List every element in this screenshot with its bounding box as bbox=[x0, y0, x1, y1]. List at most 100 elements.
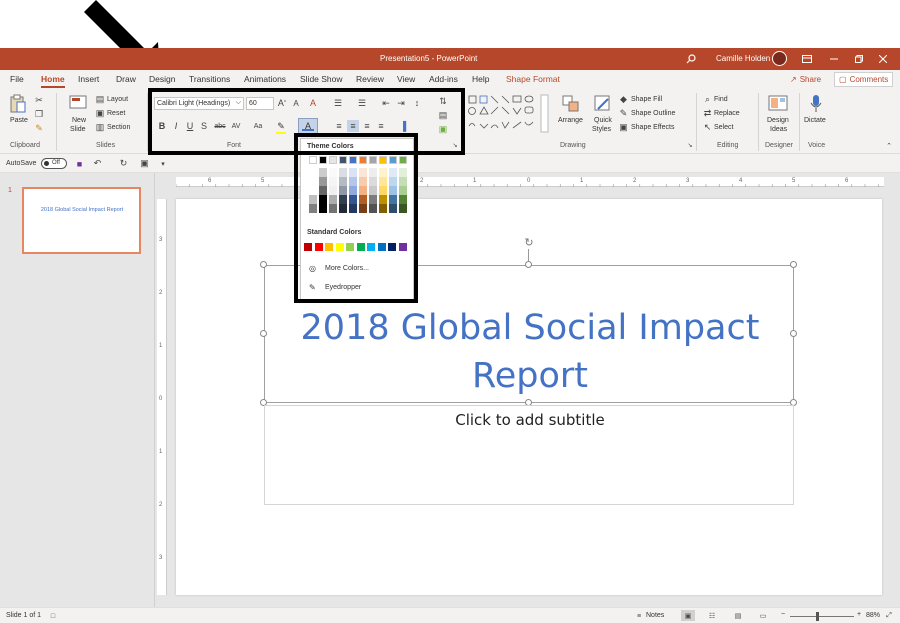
theme-color-swatch[interactable] bbox=[399, 177, 407, 186]
zoom-out-icon[interactable]: − bbox=[781, 611, 785, 618]
shape-outline-icon[interactable]: ✎ bbox=[618, 108, 629, 119]
standard-color-swatch[interactable] bbox=[314, 243, 323, 251]
theme-color-swatch[interactable] bbox=[399, 168, 407, 177]
notes-label[interactable]: Notes bbox=[646, 612, 664, 619]
theme-color-swatch[interactable] bbox=[389, 195, 397, 204]
shape-effects-label[interactable]: Shape Effects bbox=[631, 124, 674, 131]
shape-fill-label[interactable]: Shape Fill bbox=[631, 96, 662, 103]
theme-color-swatch[interactable] bbox=[339, 204, 347, 213]
char-spacing-button[interactable]: AV bbox=[229, 120, 243, 132]
align-center-icon[interactable]: ≡ bbox=[347, 120, 359, 132]
theme-color-swatch[interactable] bbox=[379, 186, 387, 195]
design-ideas-icon[interactable] bbox=[767, 94, 789, 114]
resize-handle[interactable] bbox=[525, 261, 532, 268]
theme-color-shades[interactable] bbox=[309, 168, 317, 213]
paste-label[interactable]: Paste bbox=[10, 117, 28, 124]
theme-color-swatch[interactable] bbox=[349, 168, 357, 177]
theme-color-shades[interactable] bbox=[389, 168, 397, 213]
theme-color-swatch[interactable] bbox=[309, 156, 317, 164]
italic-button[interactable]: I bbox=[170, 120, 182, 132]
zoom-slider[interactable] bbox=[790, 612, 854, 621]
change-case-button[interactable]: Aa bbox=[251, 120, 265, 132]
microphone-icon[interactable] bbox=[808, 93, 824, 115]
smartart-icon[interactable]: ▣ bbox=[437, 123, 449, 135]
theme-color-swatch[interactable] bbox=[339, 156, 347, 164]
theme-color-swatch[interactable] bbox=[319, 195, 327, 204]
tab-help[interactable]: Help bbox=[472, 74, 489, 84]
reading-view-icon[interactable]: ▤ bbox=[732, 610, 744, 621]
theme-color-swatch[interactable] bbox=[329, 204, 337, 213]
close-icon[interactable] bbox=[876, 52, 890, 66]
tab-slide-show[interactable]: Slide Show bbox=[300, 74, 343, 84]
bold-button[interactable]: B bbox=[156, 120, 168, 132]
select-label[interactable]: Select bbox=[714, 124, 733, 131]
resize-handle[interactable] bbox=[260, 330, 267, 337]
slide-canvas[interactable]: 2018 Global Social Impact Report ↻ Click… bbox=[176, 199, 882, 595]
paste-icon[interactable] bbox=[8, 93, 28, 115]
theme-color-shades[interactable] bbox=[359, 168, 367, 213]
standard-color-swatch[interactable] bbox=[325, 243, 333, 251]
theme-color-shades[interactable] bbox=[319, 168, 327, 213]
theme-color-swatch[interactable] bbox=[349, 186, 357, 195]
theme-color-swatch[interactable] bbox=[309, 186, 317, 195]
resize-handle[interactable] bbox=[260, 261, 267, 268]
autosave-toggle[interactable]: Off bbox=[41, 158, 67, 169]
normal-view-icon[interactable]: ▣ bbox=[681, 610, 695, 621]
avatar[interactable] bbox=[772, 51, 787, 66]
font-color-button[interactable]: A bbox=[298, 118, 318, 134]
comments-button[interactable]: ▢ Comments bbox=[834, 72, 894, 87]
theme-color-swatch[interactable] bbox=[399, 195, 407, 204]
theme-color-swatch[interactable] bbox=[349, 204, 357, 213]
theme-color-swatch[interactable] bbox=[369, 177, 377, 186]
theme-color-swatch[interactable] bbox=[329, 168, 337, 177]
strikethrough-button[interactable]: abc bbox=[212, 120, 228, 132]
tab-add-ins[interactable]: Add-ins bbox=[429, 74, 458, 84]
more-colors-item[interactable]: ◎ More Colors... bbox=[305, 263, 411, 277]
tab-view[interactable]: View bbox=[397, 74, 415, 84]
tab-animations[interactable]: Animations bbox=[244, 74, 286, 84]
new-slide-label-1[interactable]: New bbox=[72, 117, 86, 124]
theme-color-shades[interactable] bbox=[349, 168, 357, 213]
align-left-icon[interactable]: ≡ bbox=[333, 120, 345, 132]
theme-color-swatch[interactable] bbox=[309, 177, 317, 186]
find-label[interactable]: Find bbox=[714, 96, 728, 103]
shape-effects-icon[interactable]: ▣ bbox=[618, 122, 629, 133]
theme-color-swatch[interactable] bbox=[389, 177, 397, 186]
text-direction-icon[interactable]: ⇅ bbox=[437, 95, 449, 107]
theme-color-swatch[interactable] bbox=[329, 156, 337, 164]
numbering-icon[interactable]: ☰ bbox=[356, 97, 368, 109]
theme-color-swatch[interactable] bbox=[329, 195, 337, 204]
theme-color-swatch[interactable] bbox=[369, 195, 377, 204]
design-ideas-label-2[interactable]: Ideas bbox=[770, 126, 787, 133]
theme-color-shades[interactable] bbox=[369, 168, 377, 213]
quick-styles-label-1[interactable]: Quick bbox=[594, 117, 612, 124]
theme-color-swatch[interactable] bbox=[329, 186, 337, 195]
standard-color-swatch[interactable] bbox=[335, 243, 344, 251]
copy-icon[interactable]: ❐ bbox=[33, 108, 45, 120]
clear-formatting-icon[interactable]: A bbox=[307, 97, 319, 109]
theme-color-swatch[interactable] bbox=[369, 168, 377, 177]
decrease-font-icon[interactable]: A bbox=[290, 97, 302, 109]
standard-color-swatch[interactable] bbox=[388, 243, 396, 251]
tab-draw[interactable]: Draw bbox=[116, 74, 136, 84]
theme-color-swatch[interactable] bbox=[399, 156, 407, 164]
columns-icon[interactable]: ▐ bbox=[397, 120, 409, 132]
accessibility-icon[interactable]: □ bbox=[48, 611, 58, 621]
drawing-launcher-icon[interactable]: ↘ bbox=[686, 141, 694, 149]
resize-handle[interactable] bbox=[790, 261, 797, 268]
theme-color-swatch[interactable] bbox=[359, 156, 367, 164]
reset-label[interactable]: Reset bbox=[107, 110, 125, 117]
theme-color-swatch[interactable] bbox=[359, 186, 367, 195]
theme-color-swatch[interactable] bbox=[349, 156, 357, 164]
standard-color-swatch[interactable] bbox=[367, 243, 375, 251]
theme-color-swatch[interactable] bbox=[389, 156, 397, 164]
notes-icon[interactable]: ≡ bbox=[634, 611, 644, 621]
theme-color-swatch[interactable] bbox=[319, 204, 327, 213]
theme-color-swatch[interactable] bbox=[389, 168, 397, 177]
shape-fill-icon[interactable]: ◆ bbox=[618, 94, 629, 105]
rotate-handle-icon[interactable]: ↻ bbox=[523, 237, 535, 249]
theme-color-swatch[interactable] bbox=[369, 204, 377, 213]
theme-color-swatch[interactable] bbox=[339, 168, 347, 177]
tab-review[interactable]: Review bbox=[356, 74, 384, 84]
subtitle-placeholder[interactable]: Click to add subtitle bbox=[264, 405, 794, 505]
